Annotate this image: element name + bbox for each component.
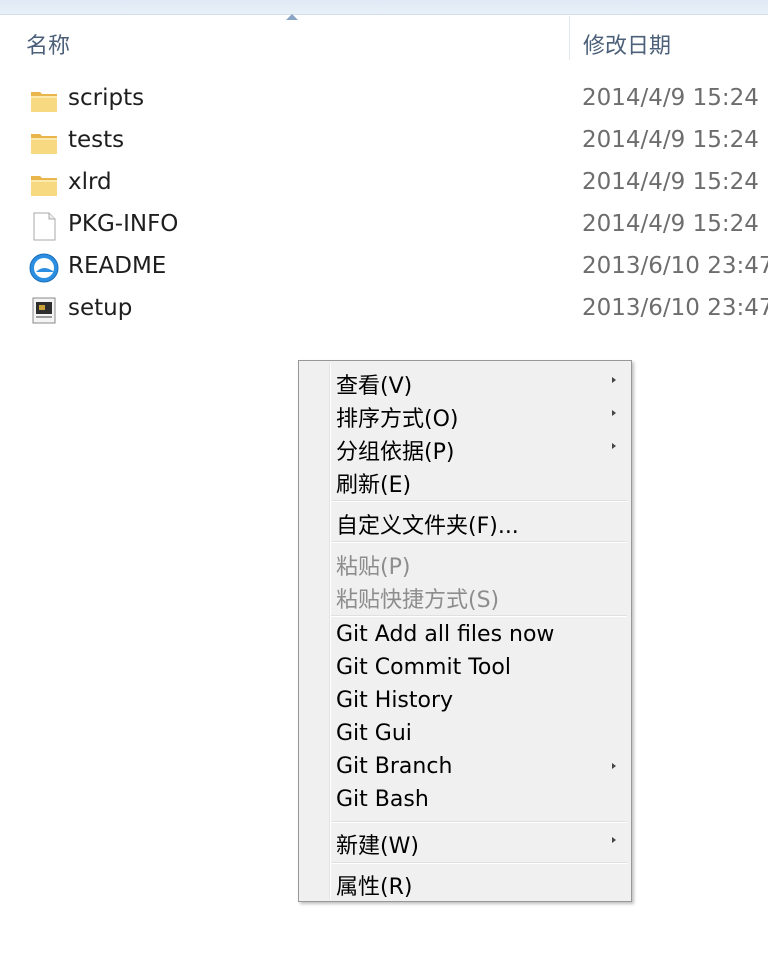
menu-item-git-bash[interactable]: Git Bash — [301, 784, 629, 817]
menu-item-label: 属性(R) — [336, 875, 413, 900]
menu-item-git-gui[interactable]: Git Gui — [301, 718, 629, 751]
file-row[interactable]: scripts 2014/4/9 15:24 — [0, 80, 768, 122]
menu-separator — [331, 500, 627, 502]
menu-item-properties[interactable]: 属性(R) — [301, 866, 629, 900]
file-row[interactable]: README 2013/6/10 23:47 — [0, 248, 768, 290]
file-date: 2013/6/10 23:47 — [582, 295, 768, 321]
blank-file-icon — [33, 212, 56, 241]
browser-file-icon — [29, 253, 59, 283]
menu-item-label: 新建(W) — [336, 834, 419, 859]
context-menu: 查看(V) 排序方式(O) 分组依据(P) 刷新(E) 自定义文件夹(F)...… — [298, 360, 632, 902]
column-name-header[interactable]: 名称 — [26, 28, 70, 60]
menu-item-paste: 粘贴(P) — [301, 546, 629, 580]
file-name: scripts — [68, 85, 145, 111]
menu-item-label: Git Add all files now — [336, 622, 555, 647]
file-name: README — [68, 253, 167, 279]
menu-item-label: 自定义文件夹(F)... — [336, 514, 519, 539]
menu-item-paste-shortcut: 粘贴快捷方式(S) — [301, 579, 629, 613]
column-divider[interactable] — [569, 16, 570, 60]
menu-separator — [331, 821, 627, 823]
file-name: PKG-INFO — [68, 211, 179, 237]
menu-item-label: Git Commit Tool — [336, 655, 511, 680]
menu-item-label: 查看(V) — [336, 374, 413, 399]
submenu-arrow-icon — [612, 763, 616, 769]
file-name: setup — [68, 295, 133, 321]
menu-item-label: 分组依据(P) — [336, 440, 455, 465]
file-date: 2013/6/10 23:47 — [582, 253, 768, 279]
menu-item-git-history[interactable]: Git History — [301, 685, 629, 718]
menu-item-label: Git Bash — [336, 787, 429, 812]
menu-item-new[interactable]: 新建(W) — [301, 825, 629, 859]
file-date: 2014/4/9 15:24 — [582, 127, 759, 153]
file-date: 2014/4/9 15:24 — [582, 85, 759, 111]
menu-item-git-commit-tool[interactable]: Git Commit Tool — [301, 652, 629, 685]
menu-separator — [331, 541, 627, 543]
header-top-strip — [0, 0, 768, 15]
submenu-arrow-icon — [612, 443, 616, 449]
file-name: tests — [68, 127, 125, 153]
submenu-arrow-icon — [612, 377, 616, 383]
sort-ascending-icon — [286, 14, 298, 20]
file-date: 2014/4/9 15:24 — [582, 169, 759, 195]
folder-icon — [31, 176, 57, 196]
menu-item-label: Git Gui — [336, 721, 412, 746]
menu-item-group-by[interactable]: 分组依据(P) — [301, 431, 629, 465]
menu-separator — [331, 615, 627, 617]
script-file-icon — [32, 297, 56, 324]
submenu-arrow-icon — [612, 837, 616, 843]
menu-item-label: 粘贴(P) — [336, 555, 411, 580]
folder-icon — [31, 134, 57, 154]
menu-item-refresh[interactable]: 刷新(E) — [301, 464, 629, 498]
file-row[interactable]: tests 2014/4/9 15:24 — [0, 122, 768, 164]
menu-item-label: 刷新(E) — [336, 473, 412, 498]
menu-item-git-branch[interactable]: Git Branch — [301, 751, 629, 784]
file-row[interactable]: xlrd 2014/4/9 15:24 — [0, 164, 768, 206]
menu-item-customize-folder[interactable]: 自定义文件夹(F)... — [301, 505, 629, 539]
file-name: xlrd — [68, 169, 112, 195]
menu-item-view[interactable]: 查看(V) — [301, 365, 629, 399]
file-row[interactable]: setup 2013/6/10 23:47 — [0, 290, 768, 332]
file-row[interactable]: PKG-INFO 2014/4/9 15:24 — [0, 206, 768, 248]
menu-item-sort-by[interactable]: 排序方式(O) — [301, 398, 629, 432]
file-date: 2014/4/9 15:24 — [582, 211, 759, 237]
column-header: 名称 修改日期 — [0, 0, 768, 64]
menu-item-label: Git Branch — [336, 754, 453, 779]
menu-item-label: Git History — [336, 688, 454, 713]
menu-item-git-add-all[interactable]: Git Add all files now — [301, 619, 629, 652]
menu-item-label: 排序方式(O) — [336, 407, 459, 432]
submenu-arrow-icon — [612, 410, 616, 416]
menu-separator — [331, 862, 627, 864]
folder-icon — [31, 92, 57, 112]
column-date-header[interactable]: 修改日期 — [583, 28, 671, 60]
menu-item-label: 粘贴快捷方式(S) — [336, 588, 500, 613]
